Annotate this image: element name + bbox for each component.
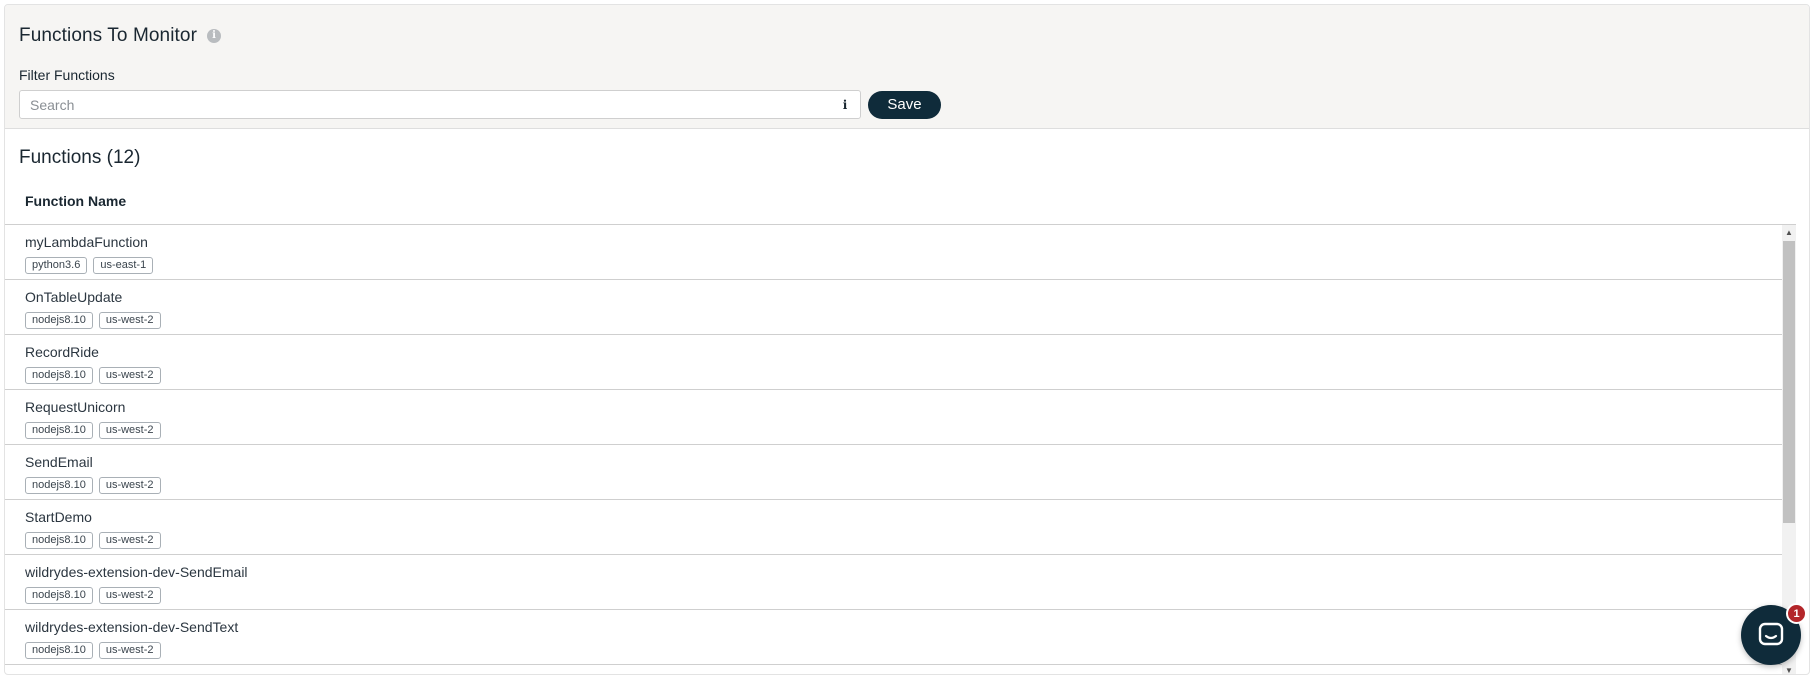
function-name: wildrydes-extension-dev-SendText <box>25 619 239 635</box>
save-button[interactable]: Save <box>868 90 941 119</box>
runtime-tag: nodejs8.10 <box>25 422 93 439</box>
runtime-tag: nodejs8.10 <box>25 477 93 494</box>
runtime-tag: nodejs8.10 <box>25 367 93 384</box>
scroll-down-arrow-icon[interactable]: ▼ <box>1782 663 1796 675</box>
function-name: wildrydes-extension-dev-SendEmail <box>25 564 248 580</box>
functions-table-body: myLambdaFunction python3.6 us-east-1 OnT… <box>5 225 1796 674</box>
region-tag: us-west-2 <box>98 587 161 604</box>
table-row[interactable]: wildrydes-extension-dev-SendText nodejs8… <box>5 610 1796 665</box>
region-tag: us-west-2 <box>98 422 161 439</box>
column-header-function-name[interactable]: Function Name <box>5 177 1796 225</box>
runtime-tag: nodejs8.10 <box>25 587 93 604</box>
region-tag: us-west-2 <box>98 312 161 329</box>
runtime-tag: nodejs8.10 <box>25 642 93 659</box>
runtime-tag: python3.6 <box>25 257 88 274</box>
function-tags: nodejs8.10 us-west-2 <box>25 312 1776 329</box>
chat-icon <box>1758 622 1784 646</box>
filter-section: Functions To Monitor i Filter Functions … <box>5 5 1809 129</box>
function-name: SendEmail <box>25 454 93 470</box>
scroll-thumb[interactable] <box>1783 241 1795 523</box>
search-info-icon[interactable]: i <box>840 98 850 112</box>
table-row[interactable]: RecordRide nodejs8.10 us-west-2 <box>5 335 1796 390</box>
function-name: RequestUnicorn <box>25 399 126 415</box>
functions-count-title: Functions (12) <box>19 147 141 168</box>
table-row[interactable]: StartDemo nodejs8.10 us-west-2 <box>5 500 1796 555</box>
function-tags: python3.6 us-east-1 <box>25 257 1776 274</box>
search-input[interactable] <box>30 96 840 113</box>
functions-panel: Functions To Monitor i Filter Functions … <box>4 4 1810 675</box>
scroll-up-arrow-icon[interactable]: ▲ <box>1782 225 1796 239</box>
runtime-tag: nodejs8.10 <box>25 312 93 329</box>
function-tags: nodejs8.10 us-west-2 <box>25 422 1776 439</box>
region-tag: us-west-2 <box>98 477 161 494</box>
filter-label: Filter Functions <box>19 67 115 83</box>
function-name: OnTableUpdate <box>25 289 123 305</box>
function-name: StartDemo <box>25 509 92 525</box>
table-row[interactable]: RequestUnicorn nodejs8.10 us-west-2 <box>5 390 1796 445</box>
table-row[interactable]: wildrydes-extension-dev-SendEmail nodejs… <box>5 555 1796 610</box>
table-row[interactable]: SendEmail nodejs8.10 us-west-2 <box>5 445 1796 500</box>
page-title: Functions To Monitor <box>19 25 198 46</box>
function-name: myLambdaFunction <box>25 234 148 250</box>
runtime-tag: nodejs8.10 <box>25 532 93 549</box>
function-tags: nodejs8.10 us-west-2 <box>25 642 1776 659</box>
region-tag: us-west-2 <box>98 642 161 659</box>
info-icon[interactable]: i <box>207 29 222 43</box>
function-name: RecordRide <box>25 344 99 360</box>
title-row: Functions To Monitor i <box>19 21 1795 51</box>
functions-list-section: Functions (12) Function Name myLambdaFun… <box>5 129 1809 674</box>
table-row[interactable]: myLambdaFunction python3.6 us-east-1 <box>5 225 1796 280</box>
function-tags: nodejs8.10 us-west-2 <box>25 532 1776 549</box>
function-tags: nodejs8.10 us-west-2 <box>25 587 1776 604</box>
search-box: i <box>19 90 861 119</box>
region-tag: us-east-1 <box>93 257 154 274</box>
table-row[interactable]: OnTableUpdate nodejs8.10 us-west-2 <box>5 280 1796 335</box>
chat-notification-badge: 1 <box>1786 603 1807 624</box>
function-tags: nodejs8.10 us-west-2 <box>25 367 1776 384</box>
region-tag: us-west-2 <box>98 532 161 549</box>
search-row: i Save <box>19 90 1795 119</box>
region-tag: us-west-2 <box>98 367 161 384</box>
function-tags: nodejs8.10 us-west-2 <box>25 477 1776 494</box>
